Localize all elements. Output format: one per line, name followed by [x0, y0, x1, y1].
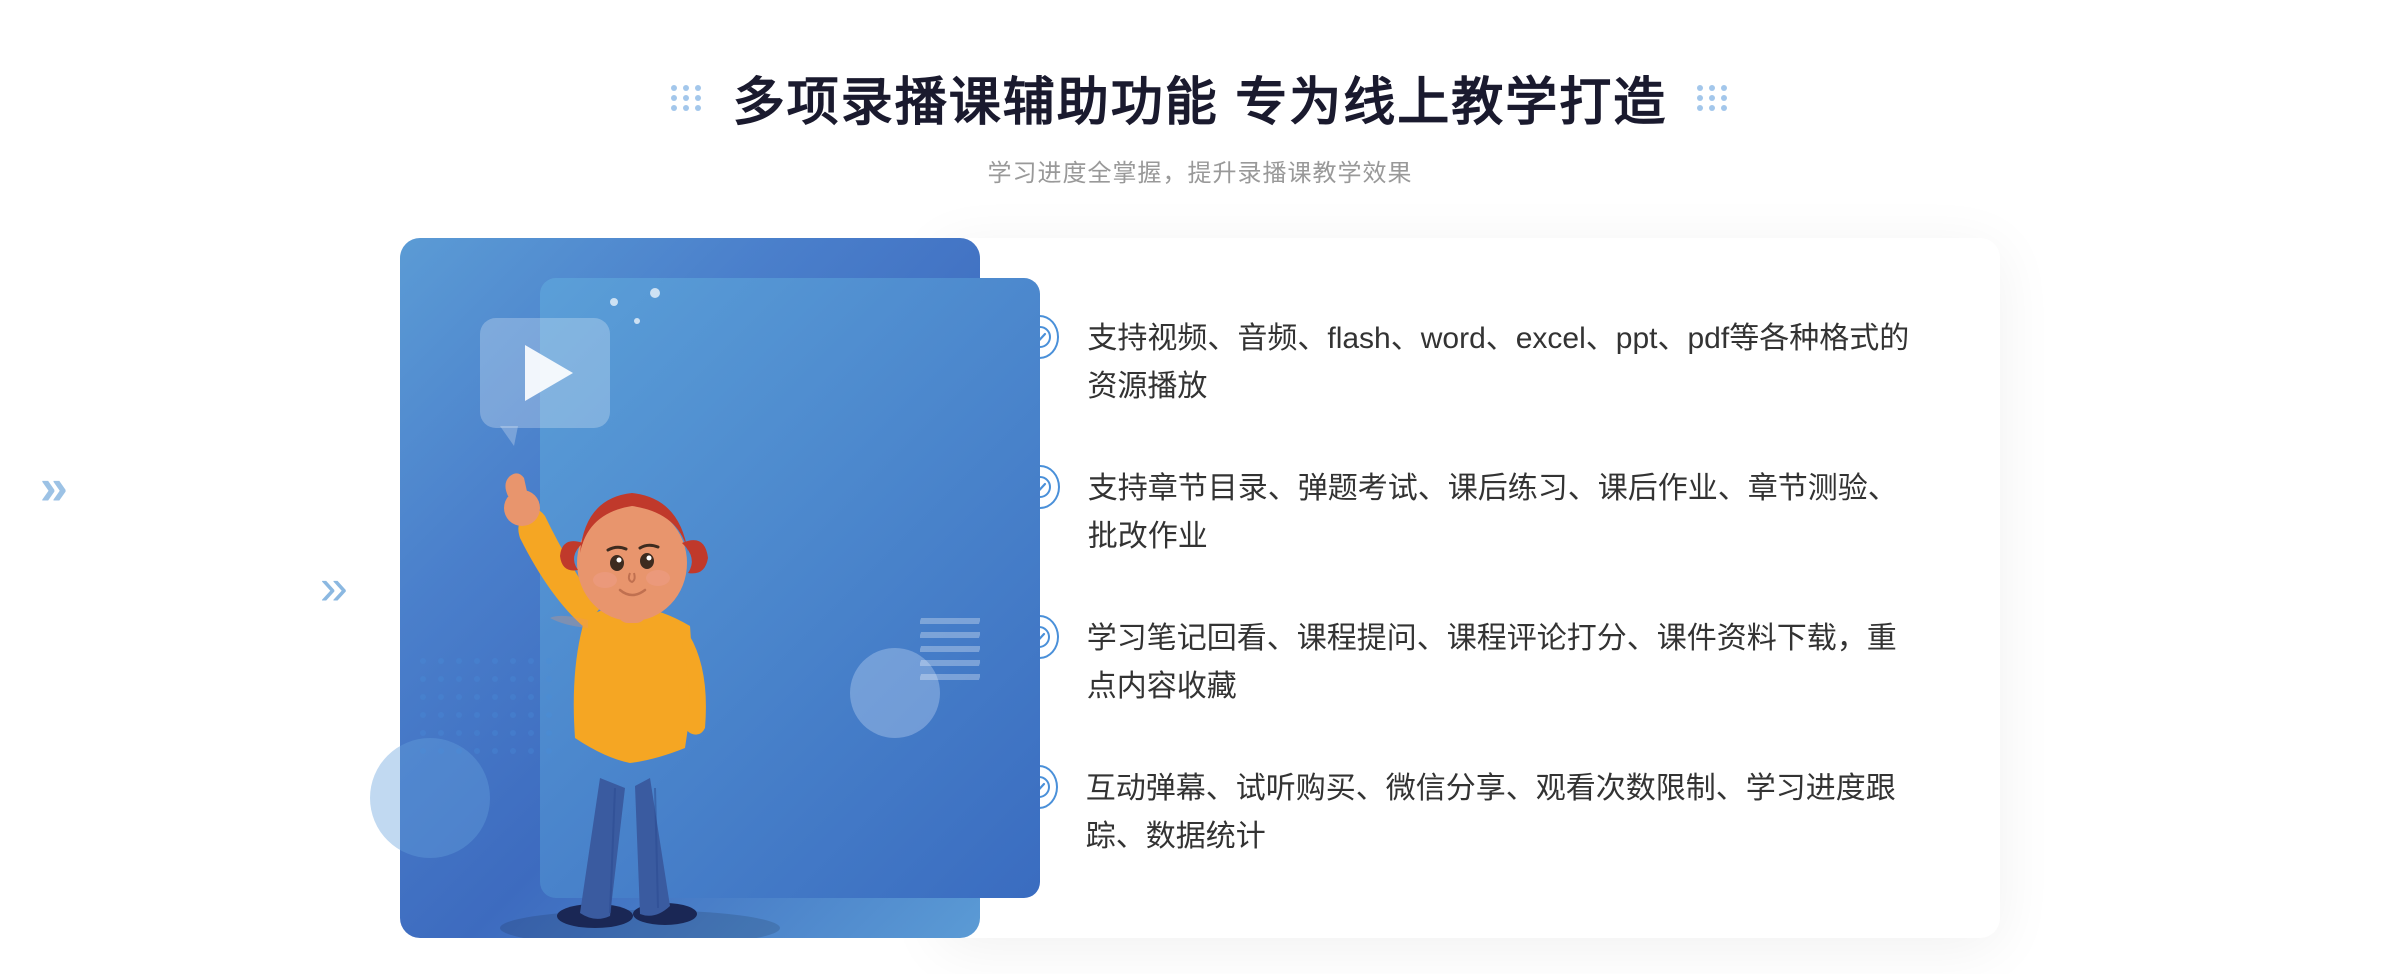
- header-decorators: 多项录播课辅助功能 专为线上教学打造: [671, 60, 1729, 135]
- page-title: 多项录播课辅助功能 专为线上教学打造: [733, 60, 1667, 135]
- feature-text-2: 支持章节目录、弹题考试、课后练习、课后作业、章节测验、批改作业: [1088, 465, 1920, 561]
- feature-text-1: 支持视频、音频、flash、word、excel、ppt、pdf等各种格式的资源…: [1087, 315, 1920, 411]
- feature-item-1: 支持视频、音频、flash、word、excel、ppt、pdf等各种格式的资源…: [1020, 295, 1920, 431]
- header-section: 多项录播课辅助功能 专为线上教学打造 学习进度全掌握，提升录播课教学效果: [671, 60, 1729, 188]
- chevron-left-icon: »: [320, 562, 348, 614]
- feature-text-3: 学习笔记回看、课程提问、课程评论打分、课件资料下载，重点内容收藏: [1087, 615, 1920, 711]
- feature-item-3: 学习笔记回看、课程提问、课程评论打分、课件资料下载，重点内容收藏: [1020, 595, 1920, 731]
- feature-item-4: 互动弹幕、试听购买、微信分享、观看次数限制、学习进度跟踪、数据统计: [1020, 745, 1920, 881]
- decorator-right: [1697, 85, 1729, 111]
- content-area: » 支持视频、音频、flash、word、excel、ppt、pdf等各种格式的…: [400, 238, 2000, 938]
- decorator-left: [671, 85, 703, 111]
- page-subtitle: 学习进度全掌握，提升录播课教学效果: [671, 153, 1729, 188]
- stripes-decor: [920, 618, 980, 718]
- bg-dots-left: »: [40, 458, 68, 516]
- page-container: » 多项录播课辅助功能 专为线上教学打造 学习进度全掌握，提升录播课教学效果: [0, 0, 2400, 974]
- feature-item-2: 支持章节目录、弹题考试、课后练习、课后作业、章节测验、批改作业: [1020, 445, 1920, 581]
- features-panel: 支持视频、音频、flash、word、excel、ppt、pdf等各种格式的资源…: [940, 238, 2000, 938]
- person-illustration: [440, 358, 840, 938]
- feature-text-4: 互动弹幕、试听购买、微信分享、观看次数限制、学习进度跟踪、数据统计: [1086, 765, 1920, 861]
- illustration-card: »: [400, 238, 980, 938]
